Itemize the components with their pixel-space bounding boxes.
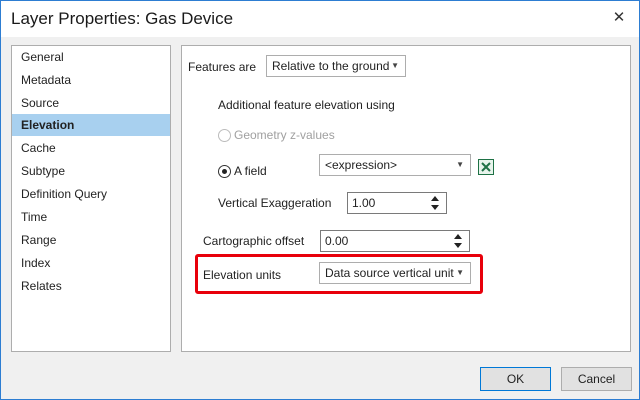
chevron-down-icon: ▼ <box>456 160 464 169</box>
spinner-icon[interactable] <box>431 195 441 211</box>
cartographic-offset-input[interactable]: 0.00 <box>320 230 470 252</box>
title-bar: Layer Properties: Gas Device ✕ <box>1 1 639 37</box>
sidebar-item-metadata[interactable]: Metadata <box>12 69 170 91</box>
sidebar-item-elevation[interactable]: Elevation <box>12 114 170 136</box>
layer-properties-dialog: Layer Properties: Gas Device ✕ General M… <box>0 0 640 400</box>
additional-elevation-label: Additional feature elevation using <box>218 98 395 112</box>
expression-builder-icon[interactable] <box>478 159 494 175</box>
sidebar-item-definition-query[interactable]: Definition Query <box>12 183 170 205</box>
vertical-exaggeration-label: Vertical Exaggeration <box>218 196 332 210</box>
sidebar-item-general[interactable]: General <box>12 46 170 68</box>
sidebar-item-subtype[interactable]: Subtype <box>12 160 170 182</box>
spinner-icon[interactable] <box>454 233 464 249</box>
geometry-z-radio[interactable] <box>218 129 231 142</box>
features-are-value: Relative to the ground <box>272 59 390 73</box>
cartographic-offset-value: 0.00 <box>325 234 349 248</box>
vertical-exaggeration-input[interactable]: 1.00 <box>347 192 447 214</box>
dialog-title: Layer Properties: Gas Device <box>11 9 234 28</box>
sidebar-item-time[interactable]: Time <box>12 206 170 228</box>
sidebar-item-relates[interactable]: Relates <box>12 275 170 297</box>
features-are-dropdown[interactable]: Relative to the ground ▼ <box>266 55 406 77</box>
sidebar-item-cache[interactable]: Cache <box>12 137 170 159</box>
field-expression-dropdown[interactable]: <expression> ▼ <box>319 154 471 176</box>
field-expression-value: <expression> <box>325 158 398 172</box>
sidebar: General Metadata Source Elevation Cache … <box>11 45 171 352</box>
sidebar-item-source[interactable]: Source <box>12 92 170 114</box>
close-icon[interactable]: ✕ <box>611 10 627 26</box>
cancel-button[interactable]: Cancel <box>561 367 632 391</box>
ok-button[interactable]: OK <box>480 367 551 391</box>
chevron-down-icon: ▼ <box>391 61 399 70</box>
a-field-radio[interactable] <box>218 165 231 178</box>
a-field-label: A field <box>234 164 267 178</box>
vertical-exaggeration-value: 1.00 <box>352 196 376 210</box>
features-are-label: Features are <box>188 60 257 74</box>
sidebar-item-index[interactable]: Index <box>12 252 170 274</box>
highlight-box <box>195 254 483 294</box>
geometry-z-label: Geometry z-values <box>234 128 335 142</box>
cartographic-offset-label: Cartographic offset <box>203 234 305 248</box>
sidebar-item-range[interactable]: Range <box>12 229 170 251</box>
